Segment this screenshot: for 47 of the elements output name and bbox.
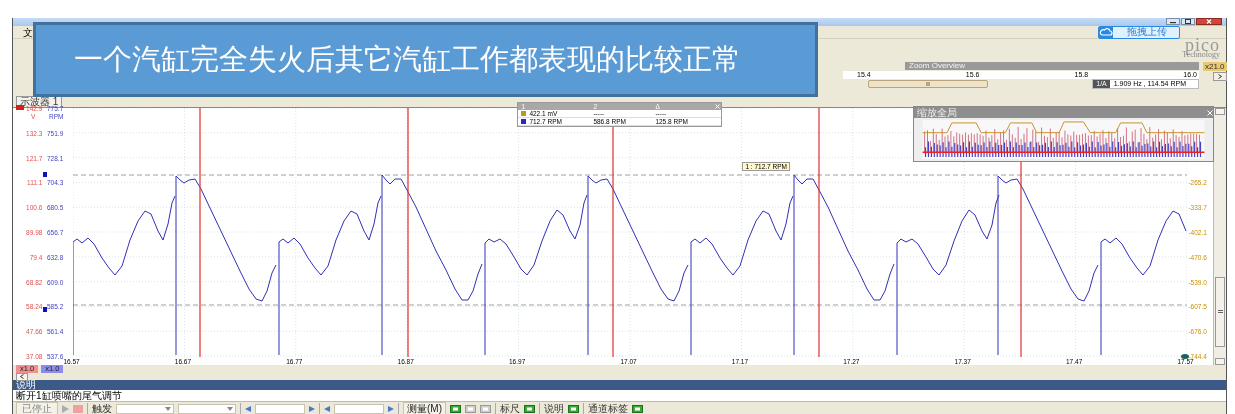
arrow-left-icon[interactable] bbox=[324, 405, 330, 412]
next-button[interactable] bbox=[1212, 72, 1227, 81]
toggle-icon[interactable] bbox=[524, 404, 535, 413]
dropdown-field[interactable] bbox=[178, 403, 236, 414]
toggle-icon[interactable] bbox=[632, 404, 643, 413]
grip-icon bbox=[1217, 310, 1223, 313]
scrollbar-thumb[interactable] bbox=[868, 80, 988, 88]
stop-icon[interactable] bbox=[73, 404, 83, 413]
ruler-marker-icon bbox=[43, 307, 47, 312]
play-icon[interactable] bbox=[62, 404, 69, 413]
cloud-icon bbox=[1099, 26, 1113, 38]
grip-icon bbox=[926, 82, 930, 86]
toggle-label: 说明 bbox=[544, 403, 564, 414]
close-icon[interactable] bbox=[1196, 18, 1222, 25]
input-field[interactable] bbox=[334, 403, 384, 414]
ruler-marker-icon bbox=[43, 172, 47, 177]
panel-title: Zoom Overview bbox=[905, 62, 1199, 70]
banner-title: 一个汽缸完全失火后其它汽缸工作都表现的比较正常 bbox=[74, 40, 741, 78]
dropdown-field[interactable] bbox=[116, 403, 174, 414]
toggle-icon[interactable] bbox=[568, 404, 579, 413]
toggle-icon[interactable] bbox=[480, 404, 491, 413]
scrollbar-thumb[interactable] bbox=[1215, 276, 1226, 347]
toggle-icon[interactable] bbox=[465, 404, 476, 413]
input-field[interactable] bbox=[255, 403, 305, 414]
measurements-button[interactable]: 测量(M) bbox=[403, 402, 446, 414]
arrow-right-icon[interactable] bbox=[388, 405, 394, 412]
channel-marker-icon bbox=[16, 105, 24, 110]
maximize-icon[interactable] bbox=[1181, 18, 1195, 25]
zoom-badge: x21.0 bbox=[1203, 62, 1227, 71]
arrow-left-icon[interactable] bbox=[245, 405, 251, 412]
trigger-label: 触发 bbox=[92, 403, 112, 414]
notes-text: 断开1缸喷嘴的尾气调节 bbox=[16, 390, 122, 401]
toggle-label: 标尺 bbox=[500, 403, 520, 414]
scroll-left-button[interactable] bbox=[16, 372, 28, 381]
minimize-icon[interactable] bbox=[1166, 18, 1180, 25]
ruler-line[interactable] bbox=[73, 304, 1188, 306]
toggle-label: 通道标签 bbox=[588, 403, 628, 414]
caret-down-icon bbox=[165, 406, 171, 411]
chevron-left-icon bbox=[20, 374, 24, 379]
scroll-up-button[interactable] bbox=[1215, 108, 1226, 115]
toggle-icon[interactable] bbox=[450, 404, 461, 413]
caret-down-icon bbox=[227, 406, 233, 411]
chevron-right-icon bbox=[1217, 74, 1222, 79]
window-title: 缩放全局 bbox=[917, 107, 958, 118]
scroll-down-button[interactable] bbox=[1215, 358, 1226, 365]
arrow-right-icon[interactable] bbox=[309, 405, 315, 412]
menu-item[interactable]: 文 bbox=[23, 26, 33, 38]
